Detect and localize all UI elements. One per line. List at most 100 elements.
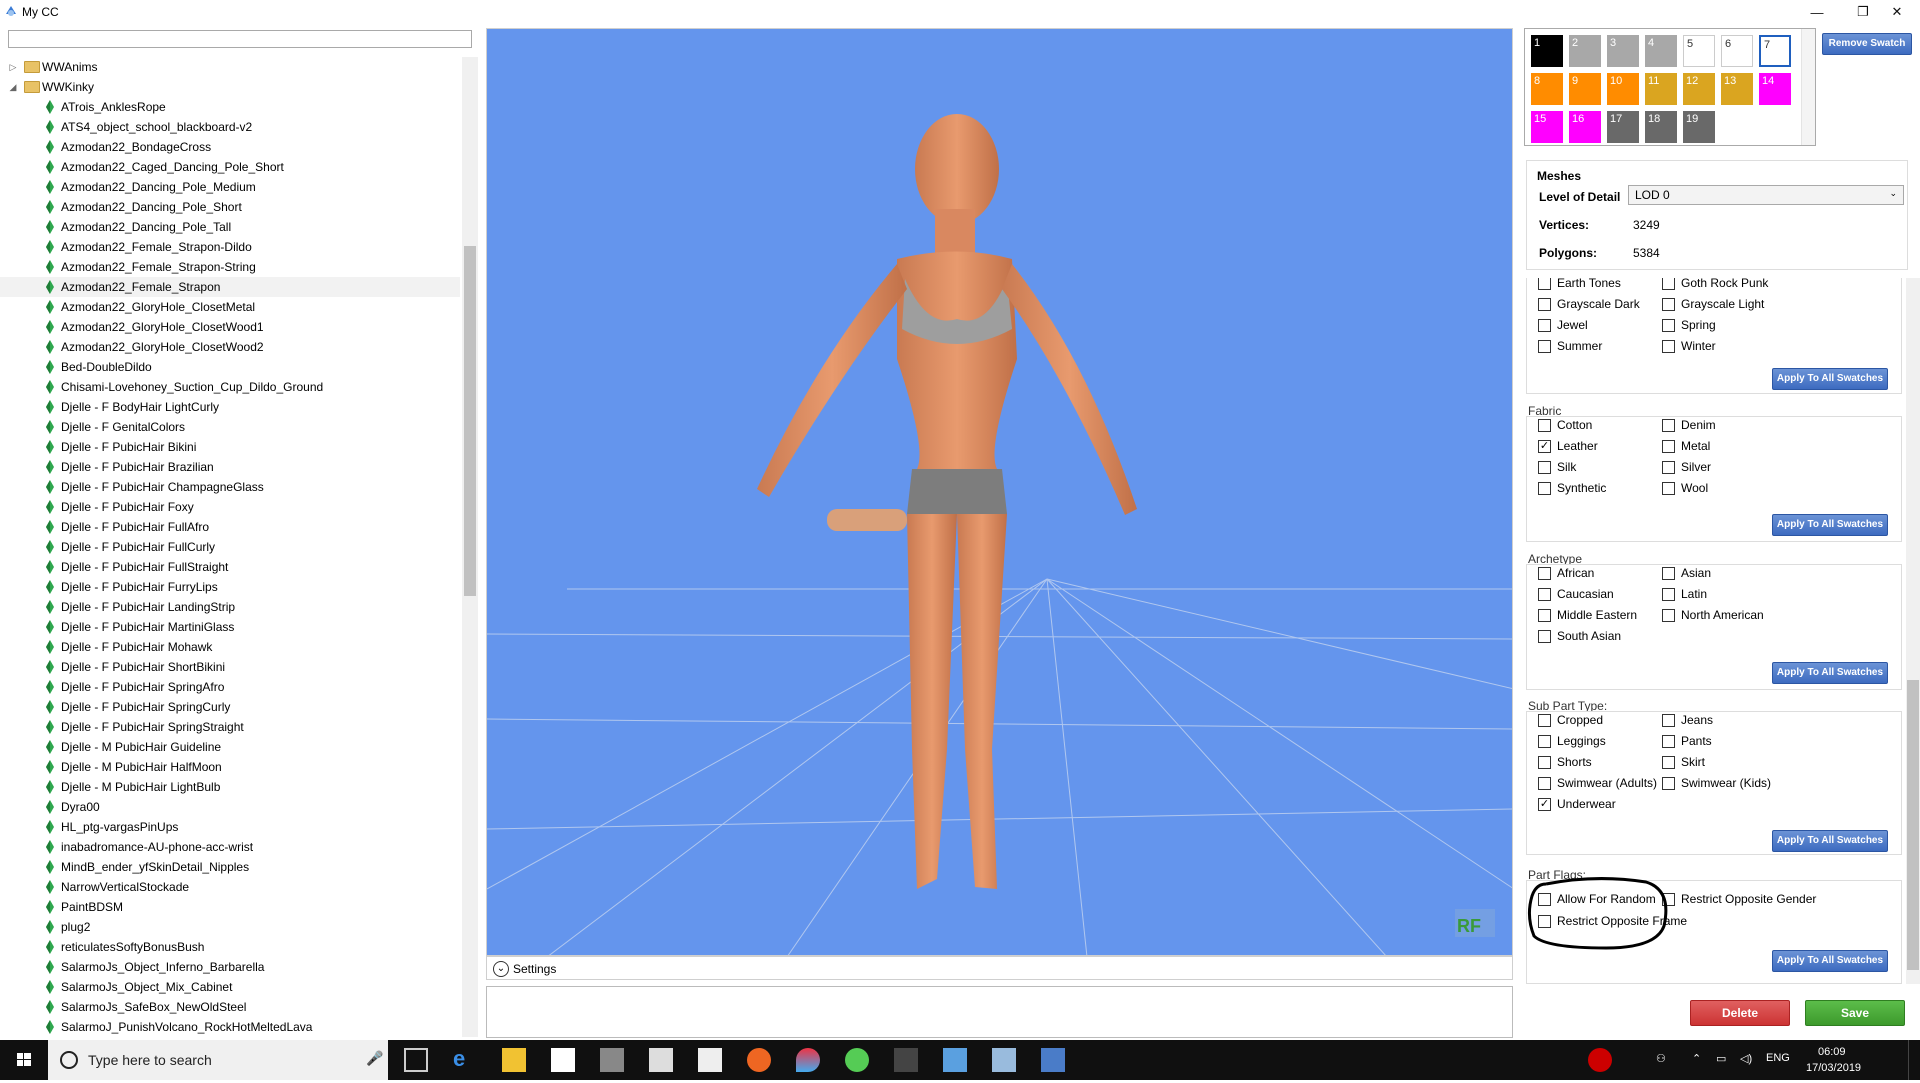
tree-item[interactable]: Djelle - F PubicHair SpringCurly bbox=[0, 697, 460, 717]
delete-button[interactable]: Delete bbox=[1690, 1000, 1790, 1026]
checkbox-middle-eastern[interactable]: Middle Eastern bbox=[1538, 608, 1637, 622]
tree-item[interactable]: Djelle - F GenitalColors bbox=[0, 417, 460, 437]
tree-item[interactable]: Djelle - F PubicHair SpringStraight bbox=[0, 717, 460, 737]
tree-item[interactable]: Azmodan22_Female_Strapon-String bbox=[0, 257, 460, 277]
tree-item[interactable]: inabadromance-AU-phone-acc-wrist bbox=[0, 837, 460, 857]
checkbox-box[interactable] bbox=[1538, 608, 1551, 622]
people-icon[interactable]: ⚇ bbox=[1656, 1052, 1666, 1065]
origin-icon[interactable] bbox=[747, 1048, 771, 1072]
tree-item[interactable]: Djelle - F PubicHair ShortBikini bbox=[0, 657, 460, 677]
lod-select[interactable]: LOD 0 ⌄ bbox=[1628, 185, 1904, 205]
tree-item[interactable]: Azmodan22_Dancing_Pole_Short bbox=[0, 197, 460, 217]
tree-item[interactable]: Dyra00 bbox=[0, 797, 460, 817]
apply-to-all-swatches-button[interactable]: Apply To All Swatches bbox=[1772, 950, 1888, 972]
tree-item[interactable]: HL_ptg-vargasPinUps bbox=[0, 817, 460, 837]
checkbox-swimwear-kids-[interactable]: Swimwear (Kids) bbox=[1662, 776, 1771, 790]
swatch-13[interactable]: 13 bbox=[1721, 73, 1753, 105]
edge-icon[interactable]: e bbox=[453, 1048, 477, 1072]
tree-item[interactable]: reticulatesSoftyBonusBush bbox=[0, 937, 460, 957]
settings-toggle[interactable]: ⌄ Settings bbox=[486, 956, 1513, 980]
tree-item[interactable]: Azmodan22_Dancing_Pole_Medium bbox=[0, 177, 460, 197]
tree-item[interactable]: Djelle - F PubicHair LandingStrip bbox=[0, 597, 460, 617]
tree-item[interactable]: Djelle - F PubicHair FullCurly bbox=[0, 537, 460, 557]
tree-item[interactable]: SalarmoJs_Object_Inferno_Barbarella bbox=[0, 957, 460, 977]
checkbox-latin[interactable]: Latin bbox=[1662, 587, 1707, 601]
tree-item[interactable]: Azmodan22_Caged_Dancing_Pole_Short bbox=[0, 157, 460, 177]
tray-app-icon[interactable] bbox=[1588, 1048, 1612, 1072]
tree-item[interactable]: Djelle - F BodyHair LightCurly bbox=[0, 397, 460, 417]
checkbox-metal[interactable]: Metal bbox=[1662, 439, 1710, 453]
apply-to-all-swatches-button[interactable]: Apply To All Swatches bbox=[1772, 514, 1888, 536]
save-button[interactable]: Save bbox=[1805, 1000, 1905, 1026]
checkbox-asian[interactable]: Asian bbox=[1662, 566, 1711, 580]
checkbox-box[interactable] bbox=[1662, 608, 1675, 622]
checkbox-swimwear-adults-[interactable]: Swimwear (Adults) bbox=[1538, 776, 1657, 790]
properties-scrollbar-thumb[interactable] bbox=[1907, 680, 1919, 970]
tree-item[interactable]: Djelle - F PubicHair SpringAfro bbox=[0, 677, 460, 697]
tree-item[interactable]: Djelle - F PubicHair Brazilian bbox=[0, 457, 460, 477]
mycc-taskbar-icon[interactable] bbox=[1041, 1048, 1065, 1072]
tree-search-input[interactable] bbox=[8, 30, 472, 48]
tree-item[interactable]: Djelle - M PubicHair LightBulb bbox=[0, 777, 460, 797]
maps-icon[interactable] bbox=[796, 1048, 820, 1072]
checkbox-grayscale-dark[interactable]: Grayscale Dark bbox=[1538, 297, 1640, 311]
checkbox-restrict-opposite-gender[interactable]: Restrict Opposite Gender bbox=[1662, 892, 1816, 906]
minimize-button[interactable]: — bbox=[1794, 0, 1840, 24]
checkbox-box[interactable] bbox=[1662, 755, 1675, 769]
tree-item[interactable]: Djelle - F PubicHair MartiniGlass bbox=[0, 617, 460, 637]
checkbox-box[interactable] bbox=[1662, 713, 1675, 727]
checkbox-box[interactable] bbox=[1538, 713, 1551, 727]
calendar-icon[interactable] bbox=[649, 1048, 673, 1072]
task-view-icon[interactable] bbox=[404, 1048, 428, 1072]
tree-scrollbar-thumb[interactable] bbox=[464, 246, 476, 596]
checkbox-wool[interactable]: Wool bbox=[1662, 481, 1708, 495]
checkbox-box[interactable] bbox=[1538, 629, 1551, 643]
checkbox-box[interactable] bbox=[1662, 418, 1675, 432]
checkmark-icon[interactable]: ✓ bbox=[1538, 439, 1551, 453]
app-window-icon[interactable] bbox=[943, 1048, 967, 1072]
checkbox-south-asian[interactable]: South Asian bbox=[1538, 629, 1621, 643]
swatch-4[interactable]: 4 bbox=[1645, 35, 1677, 67]
tree-item[interactable]: Djelle - M PubicHair Guideline bbox=[0, 737, 460, 757]
checkbox-summer[interactable]: Summer bbox=[1538, 339, 1602, 353]
close-button[interactable]: ✕ bbox=[1874, 0, 1920, 24]
checkbox-box[interactable] bbox=[1662, 297, 1675, 311]
3d-viewport[interactable]: RF bbox=[486, 28, 1513, 956]
checkbox-pants[interactable]: Pants bbox=[1662, 734, 1712, 748]
tree-item[interactable]: Djelle - F PubicHair Bikini bbox=[0, 437, 460, 457]
swatch-5[interactable]: 5 bbox=[1683, 35, 1715, 67]
checkbox-box[interactable] bbox=[1538, 755, 1551, 769]
tree-item[interactable]: ATS4_object_school_blackboard-v2 bbox=[0, 117, 460, 137]
checkbox-box[interactable] bbox=[1662, 439, 1675, 453]
tree-item[interactable]: Azmodan22_Female_Strapon-Dildo bbox=[0, 237, 460, 257]
checkbox-box[interactable] bbox=[1538, 734, 1551, 748]
checkbox-underwear[interactable]: ✓ Underwear bbox=[1538, 797, 1616, 811]
swatch-17[interactable]: 17 bbox=[1607, 111, 1639, 143]
swatch-19[interactable]: 19 bbox=[1683, 111, 1715, 143]
tree-item[interactable]: Djelle - F PubicHair ChampagneGlass bbox=[0, 477, 460, 497]
swatch-3[interactable]: 3 bbox=[1607, 35, 1639, 67]
checkbox-box[interactable] bbox=[1662, 481, 1675, 495]
mail-icon[interactable] bbox=[698, 1048, 722, 1072]
checkbox-grayscale-light[interactable]: Grayscale Light bbox=[1662, 297, 1764, 311]
volume-icon[interactable]: ◁) bbox=[1740, 1052, 1752, 1065]
checkbox-box[interactable] bbox=[1662, 776, 1675, 790]
checkbox-cropped[interactable]: Cropped bbox=[1538, 713, 1603, 727]
checkbox-spring[interactable]: Spring bbox=[1662, 318, 1716, 332]
tree-item[interactable]: SalarmoJs_Object_Mix_Cabinet bbox=[0, 977, 460, 997]
tree-item[interactable]: Djelle - F PubicHair FurryLips bbox=[0, 577, 460, 597]
remove-swatch-button[interactable]: Remove Swatch bbox=[1822, 33, 1912, 55]
checkbox-african[interactable]: African bbox=[1538, 566, 1594, 580]
swatch-15[interactable]: 15 bbox=[1531, 111, 1563, 143]
clock-date[interactable]: 17/03/2019 bbox=[1806, 1062, 1861, 1074]
sims-icon[interactable] bbox=[845, 1048, 869, 1072]
tree-item[interactable]: Azmodan22_Dancing_Pole_Tall bbox=[0, 217, 460, 237]
tree-folder-row[interactable]: ▷ WWAnims bbox=[0, 57, 460, 77]
tree-item[interactable]: Djelle - F PubicHair FullStraight bbox=[0, 557, 460, 577]
show-desktop-button[interactable] bbox=[1908, 1040, 1920, 1080]
checkbox-box[interactable] bbox=[1662, 460, 1675, 474]
checkbox-box[interactable] bbox=[1538, 278, 1551, 290]
checkbox-silver[interactable]: Silver bbox=[1662, 460, 1711, 474]
tree-item[interactable]: plug2 bbox=[0, 917, 460, 937]
checkbox-box[interactable] bbox=[1662, 318, 1675, 332]
